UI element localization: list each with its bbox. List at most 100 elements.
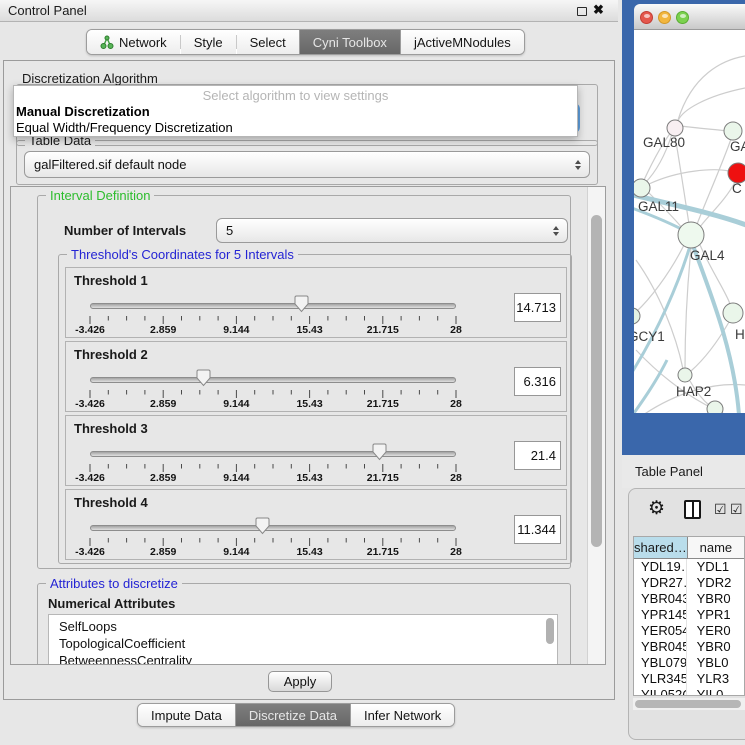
tab-infer-network[interactable]: Infer Network — [350, 704, 454, 726]
threshold-coordinates-group: Threshold's Coordinates for 5 Intervals … — [58, 254, 572, 564]
settings-viewport: Interval Definition Number of Intervals … — [10, 186, 606, 665]
cell-name: YBR0 — [687, 639, 744, 655]
network-window-titlebar[interactable] — [634, 4, 745, 30]
attribute-list-item[interactable]: TopologicalCoefficient — [49, 635, 557, 652]
column-header-name[interactable]: name — [688, 537, 744, 559]
scale-label: 21.715 — [367, 546, 399, 558]
attributes-group-label: Attributes to discretize — [46, 576, 182, 591]
list-scrollbar-thumb[interactable] — [546, 618, 554, 644]
attribute-list-item[interactable]: SelfLoops — [49, 618, 557, 635]
number-of-intervals-value: 5 — [226, 223, 233, 238]
network-node-c[interactable] — [728, 163, 745, 183]
attribute-list-item[interactable]: BetweennessCentrality — [49, 652, 557, 665]
algorithm-option-manual[interactable]: Manual Discretization — [14, 104, 577, 120]
slider-ticks — [89, 463, 457, 474]
cell-name: YBR0 — [687, 591, 744, 607]
cell-shared-name: YDR27… — [634, 575, 687, 591]
algorithm-hint-item[interactable]: Select algorithm to view settings — [14, 88, 577, 104]
node-label: GAL11 — [638, 199, 679, 214]
mac-minimize-button[interactable] — [658, 11, 671, 24]
table-row[interactable]: YBL079WYBL0 — [634, 655, 744, 671]
slider-track[interactable] — [90, 451, 456, 457]
tab-impute-data[interactable]: Impute Data — [138, 704, 235, 726]
slider-track[interactable] — [90, 377, 456, 383]
slider-track[interactable] — [90, 303, 456, 309]
network-node-gal80[interactable] — [667, 120, 683, 136]
table-row[interactable]: YLR345WYLR3 — [634, 671, 744, 687]
threshold-label: Threshold 3 — [74, 421, 148, 436]
table-hscrollbar-track[interactable] — [633, 698, 745, 710]
network-graph: GAL80GACGAL11GAL4GCY1HHAP2 — [634, 30, 745, 413]
threshold-value-field[interactable]: 21.4 — [514, 441, 561, 470]
network-node[interactable] — [707, 401, 723, 413]
threshold-panel-3: Threshold 3-3.4262.8599.14415.4321.71528… — [65, 415, 567, 486]
slider-thumb[interactable] — [372, 443, 387, 466]
node-label: GA — [730, 139, 745, 154]
node-label: GCY1 — [634, 329, 665, 344]
checkbox-icon[interactable]: ☑ — [714, 501, 727, 518]
tab-select[interactable]: Select — [237, 30, 299, 54]
cell-shared-name: YPR145W — [634, 607, 687, 623]
checkbox-icon[interactable]: ☑ — [730, 501, 743, 518]
table-row[interactable]: YPR145WYPR1 — [634, 607, 744, 623]
network-node-ga[interactable] — [724, 122, 742, 140]
apply-button[interactable]: Apply — [268, 671, 332, 692]
close-icon[interactable]: ✖ — [593, 2, 604, 18]
mac-close-button[interactable] — [640, 11, 653, 24]
numerical-attributes-list[interactable]: SelfLoopsTopologicalCoefficientBetweenne… — [48, 614, 558, 665]
slider-thumb[interactable] — [294, 295, 309, 318]
network-canvas[interactable]: GAL80GACGAL11GAL4GCY1HHAP2 — [634, 30, 745, 413]
table-data-combobox[interactable]: galFiltered.sif default node — [24, 151, 590, 178]
tab-discretize-data[interactable]: Discretize Data — [235, 704, 350, 726]
settings-scrollbar-thumb[interactable] — [591, 215, 602, 547]
network-node-gal11[interactable] — [634, 179, 650, 197]
cell-name: YDL1 — [687, 559, 744, 575]
tab-cyni-toolbox[interactable]: Cyni Toolbox — [299, 30, 400, 54]
network-node-gal4[interactable] — [678, 222, 704, 248]
threshold-value-field[interactable]: 6.316 — [514, 367, 561, 396]
threshold-value-field[interactable]: 14.713 — [514, 293, 561, 322]
slider-track[interactable] — [90, 525, 456, 531]
scale-label: 15.43 — [296, 546, 322, 558]
column-header-shared-name[interactable]: shared… — [634, 537, 688, 559]
tab-style[interactable]: Style — [181, 30, 236, 54]
settings-scrollbar-track[interactable] — [587, 187, 605, 664]
table-hscrollbar-thumb[interactable] — [635, 700, 741, 708]
table-row[interactable]: YBR045CYBR0 — [634, 639, 744, 655]
interval-definition-label: Interval Definition — [46, 188, 154, 203]
mac-zoom-button[interactable] — [676, 11, 689, 24]
threshold-value-field[interactable]: 11.344 — [514, 515, 561, 544]
float-window-icon[interactable] — [577, 7, 587, 16]
slider-thumb[interactable] — [196, 369, 211, 392]
scale-label: 28 — [450, 324, 462, 336]
spinner-arrows-icon — [575, 160, 581, 170]
threshold-label: Threshold 1 — [74, 273, 148, 288]
number-of-intervals-label: Number of Intervals — [64, 223, 186, 238]
split-columns-icon[interactable] — [684, 500, 701, 519]
network-icon — [100, 35, 114, 49]
table-row[interactable]: YDL19…YDL1 — [634, 559, 744, 575]
top-tab-bar: NetworkStyleSelectCyni ToolboxjActiveMNo… — [86, 29, 525, 55]
table-row[interactable]: YBR043CYBR0 — [634, 591, 744, 607]
network-node-h[interactable] — [723, 303, 743, 323]
table-row[interactable]: YER054CYER0 — [634, 623, 744, 639]
network-node-gcy1[interactable] — [634, 308, 640, 324]
cell-name: YBL0 — [687, 655, 744, 671]
tab-network[interactable]: Network — [87, 30, 180, 54]
scale-label: 2.859 — [150, 398, 176, 410]
slider-ticks — [89, 389, 457, 400]
gear-icon[interactable]: ⚙ — [648, 497, 665, 520]
slider-thumb[interactable] — [255, 517, 270, 540]
cell-shared-name: YBR043C — [634, 591, 687, 607]
algorithm-option-equal-width[interactable]: Equal Width/Frequency Discretization — [14, 120, 577, 136]
table-row[interactable]: YIL052CYIL0 — [634, 687, 744, 696]
network-node-hap2[interactable] — [678, 368, 692, 382]
table-row[interactable]: YDR27…YDR2 — [634, 575, 744, 591]
scale-label: 2.859 — [150, 546, 176, 558]
number-of-intervals-combobox[interactable]: 5 — [216, 218, 568, 243]
threshold-panel-2: Threshold 2-3.4262.8599.14415.4321.71528… — [65, 341, 567, 412]
network-view-window: GAL80GACGAL11GAL4GCY1HHAP2 — [622, 0, 745, 455]
scale-label: 2.859 — [150, 472, 176, 484]
tab-jactivemnodules[interactable]: jActiveMNodules — [400, 30, 524, 54]
scale-label: 2.859 — [150, 324, 176, 336]
